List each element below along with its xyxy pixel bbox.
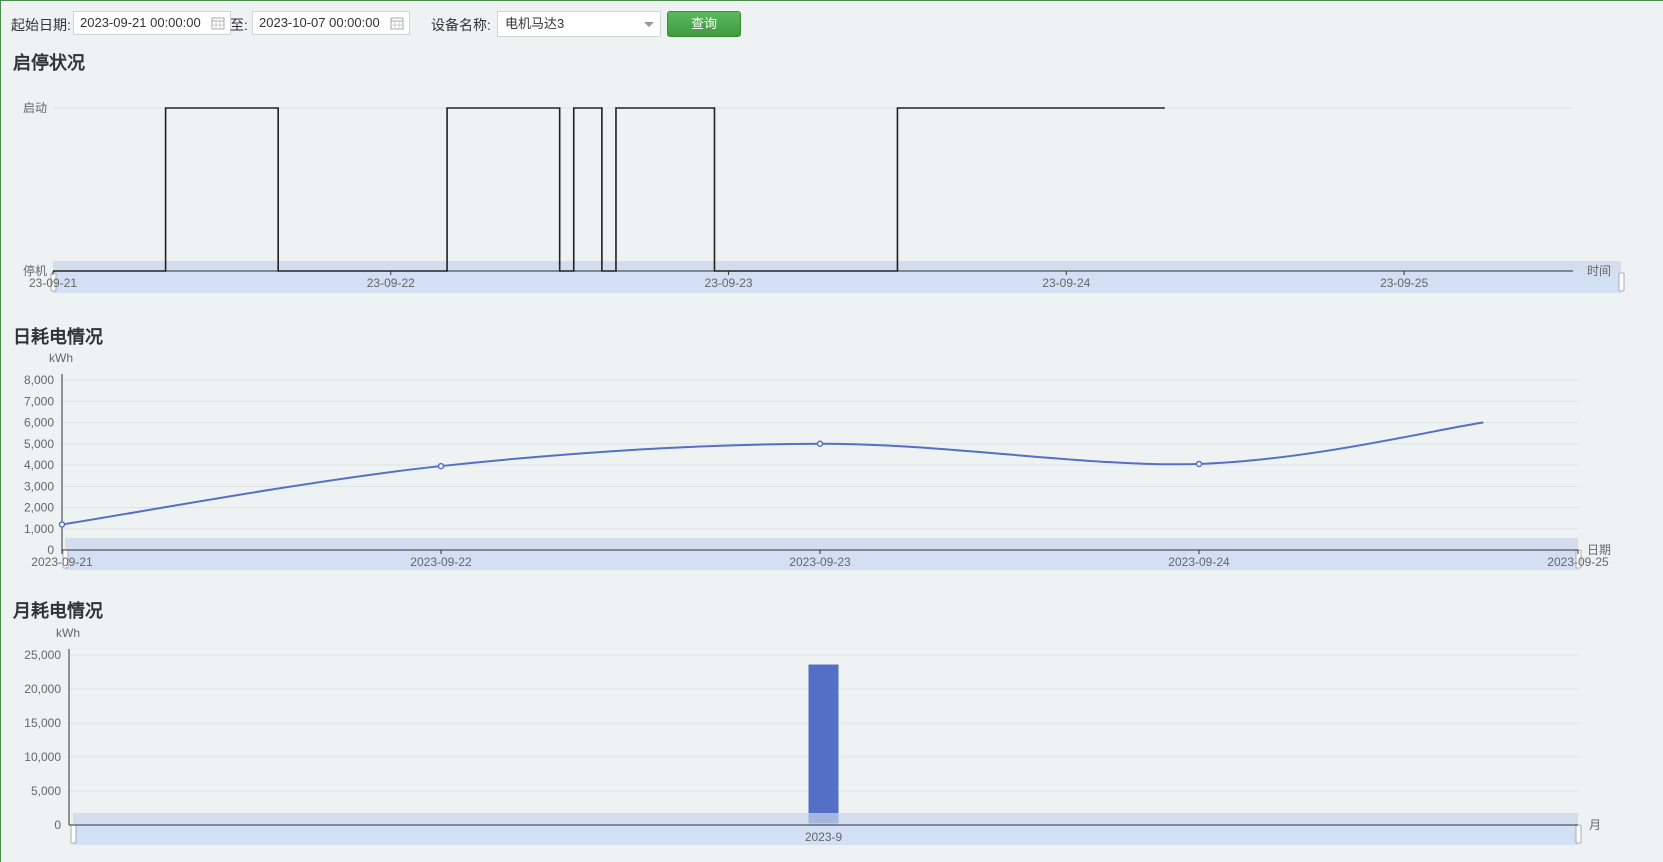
x-axis-name: 日期: [1587, 543, 1611, 557]
monthly-section-title: 月耗电情况: [13, 601, 103, 621]
device-label: 设备名称:: [431, 17, 491, 33]
y-tick-label: 5,000: [31, 784, 61, 798]
end-date-input[interactable]: 2023-10-07 00:00:00: [252, 11, 410, 35]
y-tick-label: 5,000: [24, 437, 54, 451]
x-tick-label: 23-09-21: [29, 276, 77, 290]
data-point[interactable]: [58, 521, 66, 528]
y-tick-label: 6,000: [24, 416, 54, 430]
y-axis-name: kWh: [56, 626, 80, 640]
status-chart: 启动停机23-09-21 23-09-22 23-09-23 23-09-24 23-0…: [23, 101, 1625, 293]
status-series-line: [53, 107, 1165, 272]
filter-toolbar: 起始日期: 2023-09-21 00:00:00 至: 2023-10-07 …: [1, 1, 1663, 45]
monthly-zoom-left-handle[interactable]: [70, 824, 77, 844]
y-tick-label: 3,000: [24, 479, 54, 493]
x-tick-label: 23-09-25: [1380, 276, 1428, 290]
daily-series-line: [61, 421, 1484, 526]
y-tick-label: 20,000: [24, 682, 61, 696]
status-zoom-right-handle[interactable]: [1618, 272, 1625, 292]
monthly-zoom-right-handle[interactable]: [1575, 824, 1582, 844]
monthly-zoom-handle-bar[interactable]: [73, 813, 1578, 823]
x-axis-name: 时间: [1587, 264, 1611, 278]
start-date-input[interactable]: 2023-09-21 00:00:00: [73, 11, 231, 35]
y-tick-label: 10,000: [24, 750, 61, 764]
x-tick-label: 2023-9: [805, 830, 843, 844]
x-tick-label: 2023-09-21: [31, 555, 93, 569]
end-date-value: 2023-10-07 00:00:00: [259, 15, 380, 30]
y-tick-label: 1,000: [24, 522, 54, 536]
x-tick-label: 23-09-22: [367, 276, 415, 290]
y-tick-label: 8,000: [24, 373, 54, 387]
to-label: 至:: [230, 17, 248, 33]
y-tick-label: 7,000: [24, 394, 54, 408]
chevron-down-icon: [644, 22, 654, 27]
daily-zoom-handle-bar[interactable]: [65, 538, 1578, 548]
x-tick-label: 2023-09-22: [410, 555, 472, 569]
x-axis-name: 月: [1589, 818, 1601, 832]
y-tick-label: 25,000: [24, 648, 61, 662]
data-point[interactable]: [1195, 460, 1203, 468]
status-zoom-handle-bar[interactable]: [53, 261, 1621, 271]
x-tick-label: 23-09-24: [1042, 276, 1090, 290]
start-date-value: 2023-09-21 00:00:00: [80, 15, 201, 30]
calendar-icon[interactable]: [390, 16, 404, 30]
y-axis-name: kWh: [49, 351, 73, 365]
daily-energy-chart: 01,0002,0003,0004,0005,0006,0007,0008,00…: [24, 351, 1611, 570]
y-tick-label: 启动: [23, 101, 47, 115]
bar[interactable]: [808, 664, 839, 825]
y-tick-label: 15,000: [24, 716, 61, 730]
device-select-value: 电机马达3: [505, 16, 565, 31]
query-button[interactable]: 查询: [667, 11, 741, 37]
device-select[interactable]: 电机马达3: [497, 11, 661, 37]
y-tick-label: 0: [54, 818, 61, 832]
data-point[interactable]: [437, 462, 445, 470]
calendar-icon[interactable]: [211, 16, 225, 30]
x-tick-label: 23-09-23: [705, 276, 753, 290]
x-tick-label: 2023-09-24: [1168, 555, 1230, 569]
y-tick-label: 2,000: [24, 501, 54, 515]
x-tick-label: 2023-09-25: [1547, 555, 1609, 569]
start-date-label: 起始日期:: [11, 17, 71, 33]
y-tick-label: 4,000: [24, 458, 54, 472]
status-section-title: 启停状况: [13, 53, 85, 73]
x-tick-label: 2023-09-23: [789, 555, 851, 569]
data-point[interactable]: [816, 440, 824, 447]
monthly-energy-chart: 0 5,000 10,000 15,000 20,000 25,000 kWh 2023-9 月: [24, 626, 1601, 845]
